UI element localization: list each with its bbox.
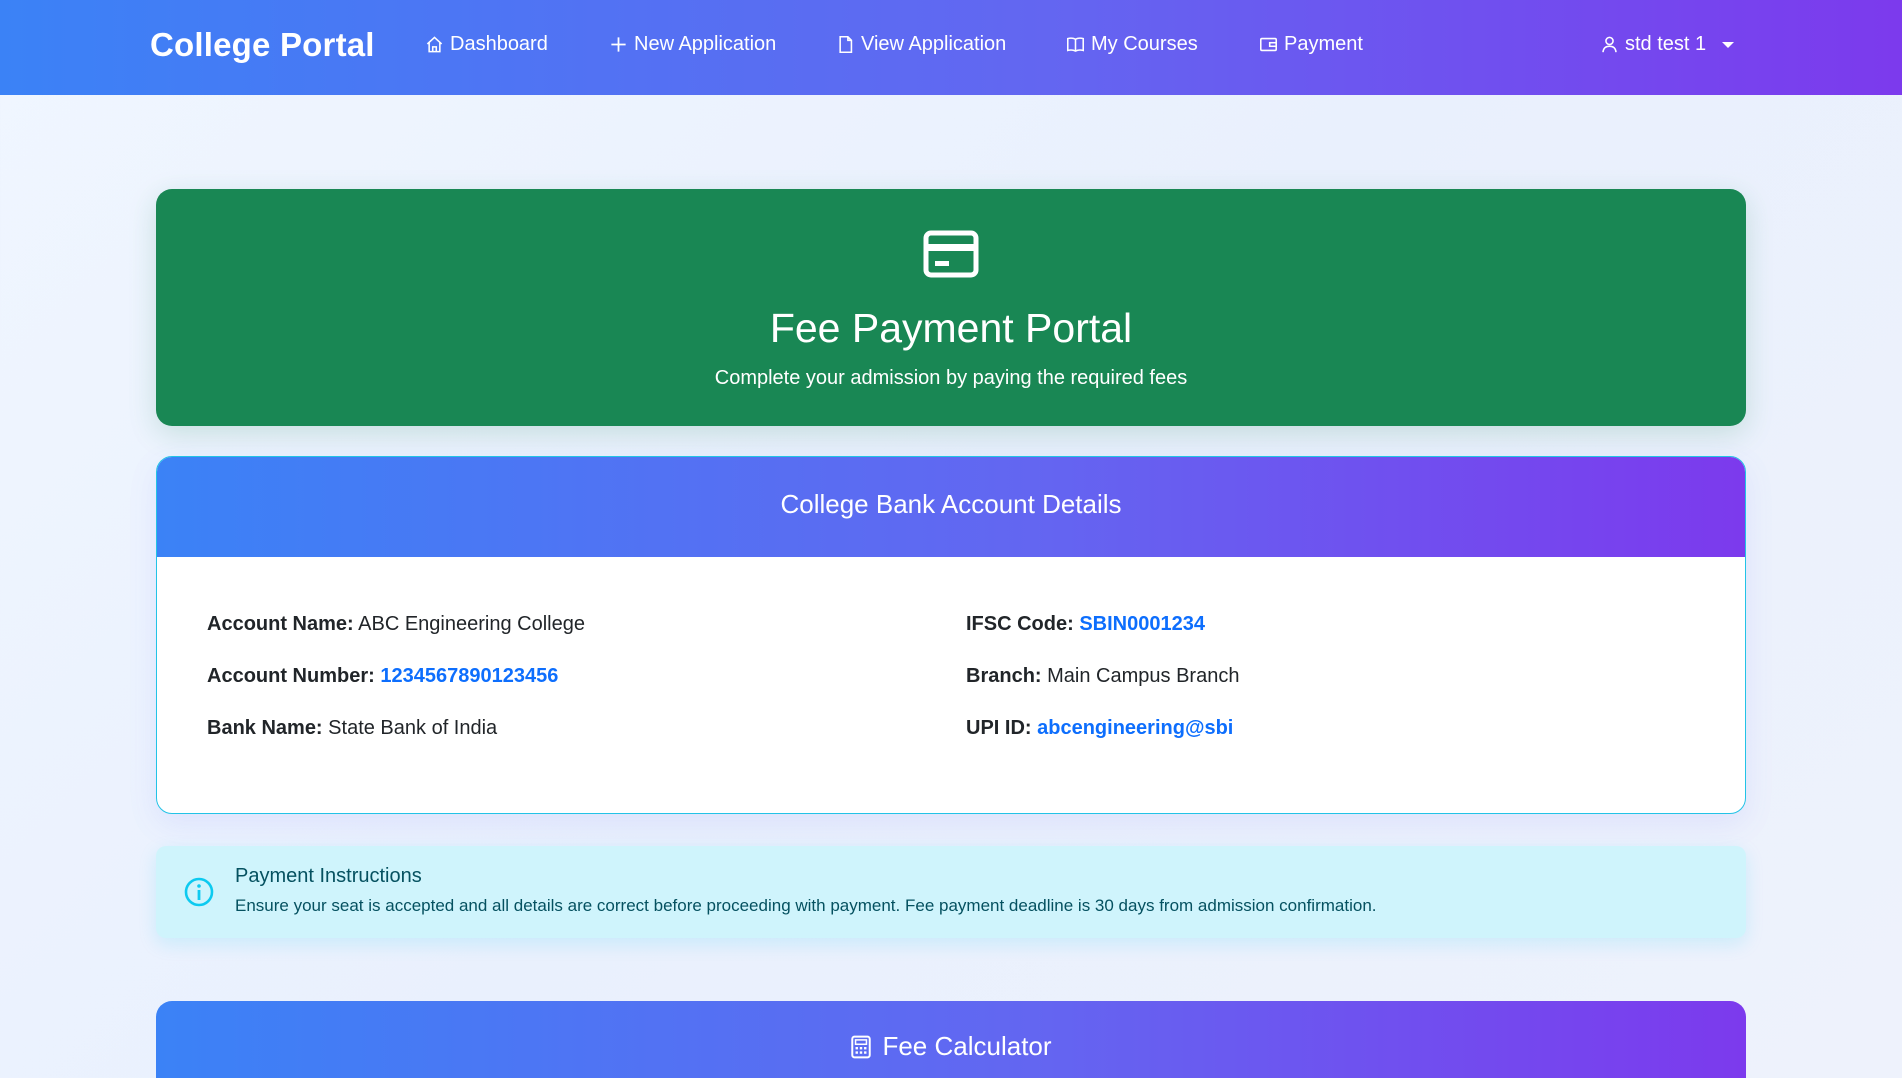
ifsc-row: IFSC Code: SBIN0001234 (966, 613, 1205, 636)
fee-payment-hero: Fee Payment Portal Complete your admissi… (156, 189, 1746, 426)
nav-dashboard-label: Dashboard (450, 33, 548, 55)
top-navbar: College Portal Dashboard New Application… (0, 0, 1902, 95)
nav-new-application-label: New Application (634, 33, 777, 55)
calculator-icon (851, 1035, 872, 1058)
alert-title: Payment Instructions (235, 865, 422, 887)
upi-value: abcengineering@sbi (1037, 717, 1234, 739)
account-number-row: Account Number: 1234567890123456 (207, 665, 558, 688)
account-number-label: Account Number: (207, 665, 375, 687)
nav-payment-label: Payment (1284, 33, 1363, 55)
ifsc-label: IFSC Code: (966, 613, 1074, 635)
home-icon (426, 36, 443, 53)
nav-payment[interactable]: Payment (1259, 33, 1363, 56)
wallet-icon (1260, 37, 1277, 52)
user-name: std test 1 (1625, 33, 1707, 55)
nav-new-application[interactable]: New Application (609, 33, 776, 56)
nav-view-application-label: View Application (861, 33, 1007, 55)
branch-value: Main Campus Branch (1047, 665, 1240, 687)
user-dropdown[interactable]: std test 1 (1600, 33, 1735, 56)
alert-text: Ensure your seat is accepted and all det… (235, 896, 1377, 915)
nav-dashboard[interactable]: Dashboard (425, 33, 548, 56)
account-name-value: ABC Engineering College (358, 613, 585, 635)
brand-logo[interactable]: College Portal (150, 26, 375, 64)
chevron-down-icon (1722, 41, 1735, 48)
bank-details-card: College Bank Account Details Account Nam… (156, 456, 1746, 814)
branch-row: Branch: Main Campus Branch (966, 665, 1239, 688)
upi-row: UPI ID: abcengineering@sbi (966, 717, 1233, 740)
payment-instructions-alert: Payment Instructions Ensure your seat is… (156, 846, 1746, 938)
account-number-value: 1234567890123456 (380, 665, 559, 687)
nav-my-courses-label: My Courses (1091, 33, 1198, 55)
fee-calculator-title: Fee Calculator (882, 1031, 1052, 1061)
nav-my-courses[interactable]: My Courses (1066, 33, 1198, 56)
info-icon (184, 877, 214, 907)
bank-name-row: Bank Name: State Bank of India (207, 717, 497, 740)
account-name-label: Account Name: (207, 613, 354, 635)
fee-calculator-header: Fee Calculator (156, 1031, 1746, 1062)
page-title: Fee Payment Portal (769, 305, 1133, 351)
plus-icon (611, 37, 626, 52)
bank-name-label: Bank Name: (207, 717, 323, 739)
file-icon (839, 36, 853, 53)
page-subtitle: Complete your admission by paying the re… (714, 367, 1188, 389)
branch-label: Branch: (966, 665, 1042, 687)
user-icon (1602, 36, 1617, 53)
credit-card-icon (923, 230, 979, 278)
nav-view-application[interactable]: View Application (836, 33, 1006, 56)
upi-label: UPI ID: (966, 717, 1032, 739)
book-icon (1067, 37, 1084, 52)
ifsc-value: SBIN0001234 (1079, 613, 1205, 635)
bank-name-value: State Bank of India (328, 717, 498, 739)
fee-calculator-card: Fee Calculator (156, 1001, 1746, 1078)
account-name-row: Account Name: ABC Engineering College (207, 613, 585, 636)
bank-details-header: College Bank Account Details (157, 457, 1745, 557)
